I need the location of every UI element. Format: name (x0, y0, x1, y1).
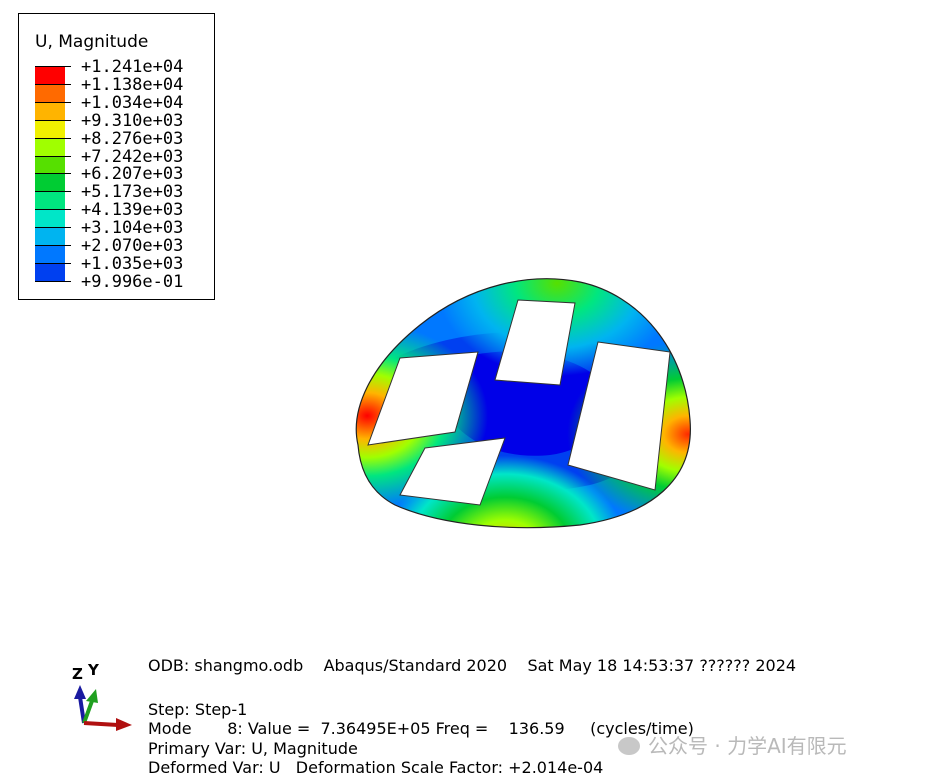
legend-tick (35, 209, 71, 211)
legend-swatch (35, 120, 65, 139)
triad-y-label: Y (87, 661, 100, 679)
legend-tick (35, 83, 71, 85)
legend-tick (35, 137, 71, 139)
axis-triad-icon: Z Y X (72, 661, 132, 731)
legend-swatch (35, 138, 65, 157)
mode-line: Mode 8: Value = 7.36495E+05 Freq = 136.5… (148, 719, 694, 738)
legend-tick (35, 66, 71, 67)
odb-info-line: ODB: shangmo.odb Abaqus/Standard 2020 Sa… (148, 656, 797, 675)
legend-swatch (35, 84, 65, 103)
legend-swatch (35, 210, 65, 229)
deformed-plate-contour (355, 278, 691, 529)
legend-tick (35, 262, 71, 264)
legend-tick (35, 191, 71, 193)
wechat-icon (618, 737, 640, 755)
legend-swatch (35, 102, 65, 121)
primary-var-line: Primary Var: U, Magnitude (148, 739, 358, 758)
legend-tick (35, 119, 71, 121)
legend-min-label: +9.996e-01 (81, 271, 184, 292)
legend-swatch (35, 192, 65, 211)
legend-tick (35, 101, 71, 103)
legend-tick (35, 173, 71, 175)
legend-swatch (35, 228, 65, 247)
legend-title: U, Magnitude (35, 32, 149, 52)
legend-swatch (35, 67, 65, 85)
legend-tick (35, 227, 71, 229)
step-line: Step: Step-1 (148, 700, 248, 719)
legend-tick (35, 280, 71, 282)
watermark: 公众号 · 力学AI有限元 (618, 730, 847, 759)
deformed-var-line: Deformed Var: U Deformation Scale Factor… (148, 758, 604, 777)
triad-z-label: Z (72, 665, 83, 683)
legend-swatch (35, 156, 65, 175)
legend-tick (35, 245, 71, 246)
watermark-text: 公众号 · 力学AI有限元 (648, 734, 847, 758)
legend-swatch (35, 246, 65, 264)
legend-swatch (35, 263, 65, 282)
legend-tick (35, 155, 71, 157)
legend-swatch (35, 174, 65, 193)
contour-legend: U, Magnitude +1.241e+04 +1.138e+04 +1.034e… (18, 13, 215, 300)
